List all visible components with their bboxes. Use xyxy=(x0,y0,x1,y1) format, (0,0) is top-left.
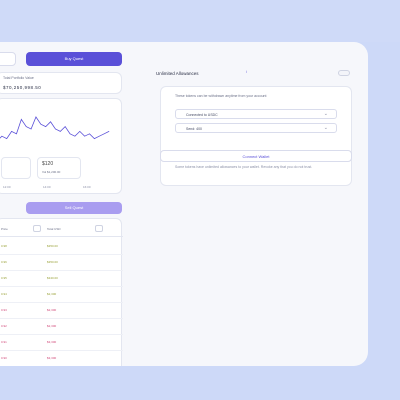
portfolio-label: Total Portfolio Value xyxy=(3,76,34,80)
price-point xyxy=(74,135,76,137)
price-series-line xyxy=(0,116,110,140)
col-dropdown[interactable] xyxy=(33,225,41,232)
price-point xyxy=(50,121,51,123)
price-point xyxy=(25,126,27,127)
x-tick-label: 14:00 xyxy=(43,185,51,189)
stat-value: $120 xyxy=(42,161,54,167)
price-point xyxy=(55,128,56,130)
price-point xyxy=(84,135,85,137)
price-chart-card: $120 Vol $1,200.00 12:00 14:00 16:00 xyxy=(0,98,122,194)
row-price: 0.98 xyxy=(1,244,7,248)
price-point xyxy=(108,131,110,132)
chevron-down-icon: ⌄ xyxy=(323,111,328,117)
price-point xyxy=(69,133,71,135)
price-point xyxy=(89,133,90,135)
table-row[interactable]: 0.91 $3,300 xyxy=(0,335,123,351)
row-price: 0.93 xyxy=(1,308,7,312)
price-point xyxy=(35,116,37,118)
col-dropdown[interactable] xyxy=(95,225,103,232)
tab-secondary[interactable] xyxy=(0,52,16,66)
price-point xyxy=(11,131,12,132)
order-book-table: Price Total USD 0.98 $350.00 0.96 $350.00 0.… xyxy=(0,218,123,366)
price-point xyxy=(94,138,95,139)
token-select[interactable]: Connected to USDC ⌄ xyxy=(175,109,337,119)
row-total: $340.00 xyxy=(47,276,58,280)
table-row[interactable]: 0.98 $350.00 xyxy=(0,239,123,255)
amount-select-value: Send: 400 xyxy=(186,127,202,131)
row-price: 0.91 xyxy=(1,340,7,344)
table-header: Price Total USD xyxy=(0,223,123,235)
x-tick-label: 12:00 xyxy=(3,185,11,189)
portfolio-summary-card: Total Portfolio Value $70,250,998.50 xyxy=(0,72,122,94)
table-row[interactable]: 0.96 $350.00 xyxy=(0,255,123,271)
row-price: 0.94 xyxy=(1,292,7,296)
amount-select[interactable]: Send: 400 ⌄ xyxy=(175,123,337,133)
table-row[interactable]: 0.94 $2,300 xyxy=(0,287,123,303)
price-point xyxy=(21,119,22,120)
row-price: 0.96 xyxy=(1,260,7,264)
stat-box-b: $120 Vol $1,200.00 xyxy=(37,157,81,179)
col-price: Price xyxy=(1,227,8,231)
allowance-card: These tokens can be withdrawn anytime fr… xyxy=(160,86,352,186)
section-title: Unlimited Allowances xyxy=(156,71,199,76)
main-panel: Buy Quest Total Portfolio Value $70,250,… xyxy=(0,42,368,366)
price-point xyxy=(64,126,66,127)
connect-wallet-button[interactable]: Connect Wallet xyxy=(160,150,352,162)
price-point xyxy=(6,138,8,139)
price-point xyxy=(79,131,81,132)
col-total: Total USD xyxy=(47,227,61,231)
row-total: $3,300 xyxy=(47,340,57,344)
price-point xyxy=(30,128,32,130)
price-chart xyxy=(0,116,110,140)
allowance-description: These tokens can be withdrawn anytime fr… xyxy=(175,94,267,98)
row-total: $350.00 xyxy=(47,244,58,248)
tab-buy[interactable]: Buy Quest xyxy=(26,52,122,66)
x-tick-label: 16:00 xyxy=(83,185,91,189)
stat-box-a xyxy=(1,157,31,179)
row-price: 0.90 xyxy=(1,356,7,360)
sell-button[interactable]: Sell Quest xyxy=(26,202,122,214)
table-row[interactable]: 0.92 $2,300 xyxy=(0,319,123,335)
row-total: $2,300 xyxy=(47,292,57,296)
price-point xyxy=(60,131,61,132)
row-total: $2,300 xyxy=(47,308,57,312)
table-row[interactable]: 0.93 $2,300 xyxy=(0,303,123,319)
token-select-value: Connected to USDC xyxy=(186,113,218,117)
allowance-note: Some tokens have unlimited allowances to… xyxy=(175,165,313,169)
table-row[interactable]: 0.90 $3,300 xyxy=(0,351,123,366)
table-row[interactable]: 0.95 $340.00 xyxy=(0,271,123,287)
price-point xyxy=(103,133,105,135)
stat-subvalue: Vol $1,200.00 xyxy=(42,170,61,174)
price-point xyxy=(40,123,42,125)
price-point xyxy=(16,133,17,135)
price-point xyxy=(1,135,3,137)
top-bar xyxy=(0,0,400,42)
toggle-pill[interactable] xyxy=(338,70,350,76)
row-total: $3,300 xyxy=(47,356,57,360)
chevron-down-icon: ⌄ xyxy=(323,125,328,131)
divider xyxy=(0,236,123,237)
info-icon[interactable]: i xyxy=(246,70,247,74)
price-point xyxy=(45,126,46,127)
row-total: $350.00 xyxy=(47,260,58,264)
row-price: 0.92 xyxy=(1,324,7,328)
row-total: $2,300 xyxy=(47,324,57,328)
portfolio-value: $70,250,998.50 xyxy=(3,85,42,90)
price-point xyxy=(98,135,100,137)
row-price: 0.95 xyxy=(1,276,7,280)
